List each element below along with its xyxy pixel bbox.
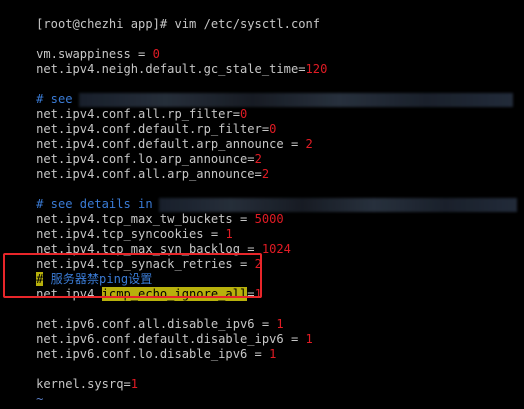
config-line-arp-announce-default[interactable]: net.ipv4.conf.default.arp_announce = 2 <box>7 122 313 151</box>
config-line-rp-filter-all[interactable]: net.ipv4.conf.all.rp_filter=0 <box>7 92 247 121</box>
shell-prompt: [root@chezhi app]# vim /etc/sysctl.conf <box>36 17 321 31</box>
config-key: kernel.sysrq= <box>36 377 131 391</box>
config-value: 2 <box>261 167 270 181</box>
config-value: 1 <box>305 332 313 346</box>
comment-line-see-details[interactable]: # see details in <box>7 182 517 212</box>
config-value: 2 <box>305 137 313 151</box>
config-line-tcp-max-tw-buckets[interactable]: net.ipv4.tcp_max_tw_buckets = 5000 <box>7 197 284 226</box>
config-line-tcp-max-syn-backlog[interactable]: net.ipv4.tcp_max_syn_backlog = 1024 <box>7 227 291 256</box>
config-line-arp-announce-lo[interactable]: net.ipv4.conf.lo.arp_announce=2 <box>7 137 262 166</box>
terminal-window[interactable]: [root@chezhi app]# vim /etc/sysctl.conf … <box>0 0 524 409</box>
config-line-kernel-sysrq[interactable]: kernel.sysrq=1 <box>7 362 138 391</box>
config-line-rp-filter-default[interactable]: net.ipv4.conf.default.rp_filter=0 <box>7 107 276 136</box>
config-line-ipv6-lo[interactable]: net.ipv6.conf.lo.disable_ipv6 = 1 <box>7 332 276 361</box>
config-value: 1024 <box>261 242 291 256</box>
empty-line-tilde: ~ <box>7 377 43 406</box>
empty-line-tilde: ~ <box>7 392 43 409</box>
config-line-ipv6-default[interactable]: net.ipv6.conf.default.disable_ipv6 = 1 <box>7 317 313 346</box>
config-line-ipv6-all[interactable]: net.ipv6.conf.all.disable_ipv6 = 1 <box>7 302 284 331</box>
config-value: 5000 <box>254 212 284 226</box>
config-line-arp-announce-all[interactable]: net.ipv4.conf.all.arp_announce=2 <box>7 152 269 181</box>
config-line-tcp-syncookies[interactable]: net.ipv4.tcp_syncookies = 1 <box>7 212 233 241</box>
config-key: net.ipv4.conf.all.arp_announce= <box>36 167 262 181</box>
config-line-swappiness[interactable]: vm.swappiness = 0 <box>7 32 160 61</box>
annotation-highlight-box <box>3 253 262 298</box>
config-key: net.ipv4.neigh.default.gc_stale_time= <box>36 62 306 76</box>
shell-prompt-line: [root@chezhi app]# vim /etc/sysctl.conf <box>7 2 320 31</box>
config-value: 1 <box>269 347 277 361</box>
config-value: 1 <box>130 377 139 391</box>
comment-line-see[interactable]: # see <box>7 77 513 107</box>
config-line-gc-stale-time[interactable]: net.ipv4.neigh.default.gc_stale_time=120 <box>7 47 327 76</box>
config-key: net.ipv6.conf.lo.disable_ipv6 = <box>36 347 270 361</box>
config-value: 120 <box>305 62 328 76</box>
